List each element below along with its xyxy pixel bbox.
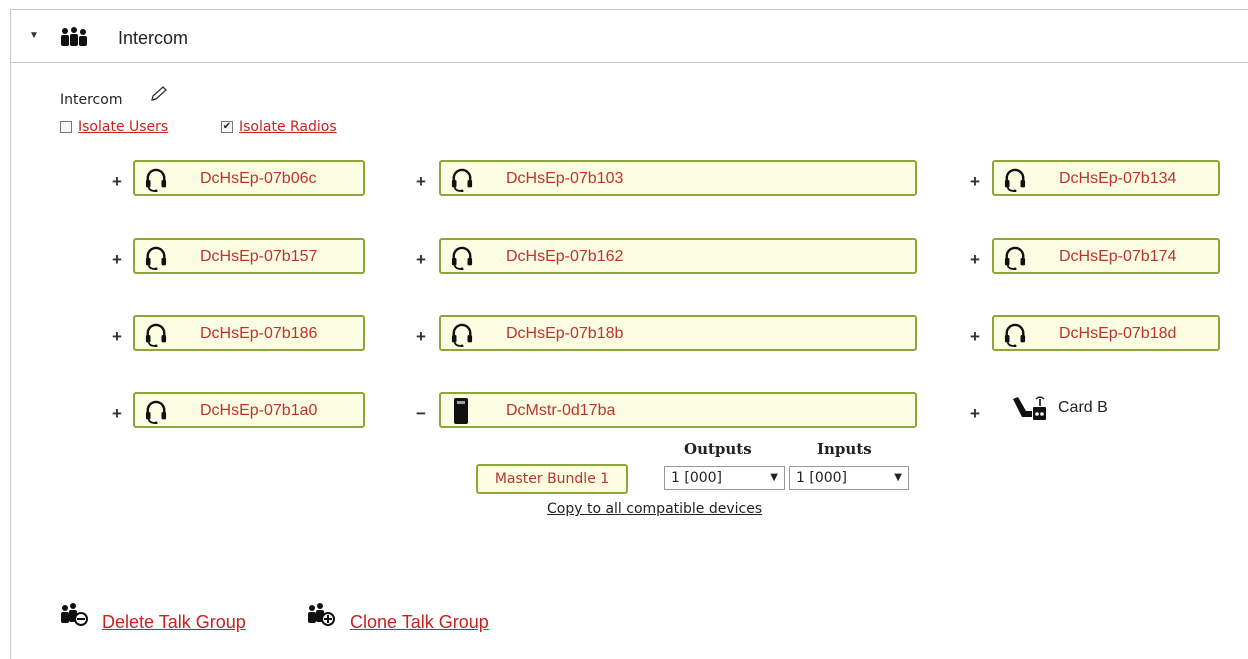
copy-to-all-link[interactable]: Copy to all compatible devices	[547, 501, 762, 517]
add-device-button[interactable]: +	[111, 404, 123, 424]
panel-title: Intercom	[118, 28, 189, 48]
add-device-button[interactable]: +	[111, 327, 123, 347]
remove-device-button[interactable]: −	[415, 404, 427, 424]
add-device-button[interactable]: +	[969, 327, 981, 347]
outputs-select[interactable]: 1 [000] ▼	[664, 466, 785, 490]
device-box[interactable]: DcHsEp-07b18b	[439, 315, 917, 351]
add-device-button[interactable]: +	[415, 250, 427, 270]
isolate-users-option[interactable]: Isolate Users	[60, 117, 168, 137]
inputs-select[interactable]: 1 [000] ▼	[789, 466, 909, 490]
device-box[interactable]: DcHsEp-07b186	[133, 315, 365, 351]
device-label: DcHsEp-07b18d	[1059, 325, 1177, 342]
isolate-radios-option[interactable]: ✔ Isolate Radios	[221, 117, 337, 137]
headset-icon	[1004, 168, 1026, 192]
headset-icon	[145, 400, 167, 424]
isolate-users-link[interactable]: Isolate Users	[78, 119, 168, 135]
isolate-radios-checkbox[interactable]: ✔	[221, 121, 233, 133]
headset-icon	[451, 246, 473, 270]
device-box[interactable]: DcHsEp-07b06c	[133, 160, 365, 196]
device-box[interactable]: DcHsEp-07b1a0	[133, 392, 365, 428]
add-device-button[interactable]: +	[969, 172, 981, 192]
card-b-label: Card B	[1058, 399, 1108, 416]
headset-icon	[145, 168, 167, 192]
chevron-down-icon: ▼	[770, 472, 778, 483]
device-label: DcHsEp-07b157	[200, 248, 318, 265]
add-device-button[interactable]: +	[415, 172, 427, 192]
device-label: DcHsEp-07b174	[1059, 248, 1177, 265]
add-device-button[interactable]: +	[969, 404, 981, 424]
headset-icon	[451, 323, 473, 347]
chevron-down-icon: ▼	[894, 472, 902, 483]
headset-icon	[145, 323, 167, 347]
add-device-button[interactable]: +	[415, 327, 427, 347]
headset-icon	[1004, 246, 1026, 270]
panel-header[interactable]: ▼ Intercom	[11, 10, 1248, 63]
outputs-header: Outputs	[684, 440, 752, 458]
isolate-users-checkbox[interactable]	[60, 121, 72, 133]
clone-talk-group-link[interactable]: Clone Talk Group	[350, 612, 489, 633]
device-label: DcHsEp-07b1a0	[200, 402, 318, 419]
device-label: DcHsEp-07b103	[506, 170, 624, 187]
device-box[interactable]: DcHsEp-07b18d	[992, 315, 1220, 351]
device-label: DcHsEp-07b134	[1059, 170, 1177, 187]
inputs-header: Inputs	[817, 440, 872, 458]
headset-icon	[1004, 323, 1026, 347]
device-box[interactable]: DcHsEp-07b134	[992, 160, 1220, 196]
device-label: DcHsEp-07b18b	[506, 325, 624, 342]
master-station-icon	[454, 398, 468, 424]
talk-group-name: Intercom	[60, 92, 123, 108]
device-box[interactable]: DcHsEp-07b103	[439, 160, 917, 196]
caret-down-icon[interactable]: ▼	[29, 30, 39, 41]
users-group-icon	[61, 27, 87, 46]
add-device-button[interactable]: +	[111, 250, 123, 270]
pencil-edit-icon[interactable]	[149, 85, 169, 103]
device-box[interactable]: DcHsEp-07b162	[439, 238, 917, 274]
master-bundle-button[interactable]: Master Bundle 1	[476, 464, 628, 494]
radio-card-icon	[1013, 396, 1046, 420]
inputs-value: 1 [000]	[796, 470, 848, 486]
device-label: DcMstr-0d17ba	[506, 402, 616, 419]
device-label: DcHsEp-07b06c	[200, 170, 317, 187]
headset-icon	[145, 246, 167, 270]
device-box[interactable]: DcHsEp-07b157	[133, 238, 365, 274]
device-label: DcHsEp-07b186	[200, 325, 318, 342]
outputs-value: 1 [000]	[671, 470, 723, 486]
delete-talk-group-link[interactable]: Delete Talk Group	[102, 612, 246, 633]
headset-icon	[451, 168, 473, 192]
clone-group-icon[interactable]	[307, 603, 337, 627]
device-label: DcHsEp-07b162	[506, 248, 624, 265]
add-device-button[interactable]: +	[111, 172, 123, 192]
device-box[interactable]: DcMstr-0d17ba	[439, 392, 917, 428]
add-device-button[interactable]: +	[969, 250, 981, 270]
device-box[interactable]: DcHsEp-07b174	[992, 238, 1220, 274]
isolate-radios-link[interactable]: Isolate Radios	[239, 119, 337, 135]
delete-group-icon[interactable]	[60, 603, 90, 627]
